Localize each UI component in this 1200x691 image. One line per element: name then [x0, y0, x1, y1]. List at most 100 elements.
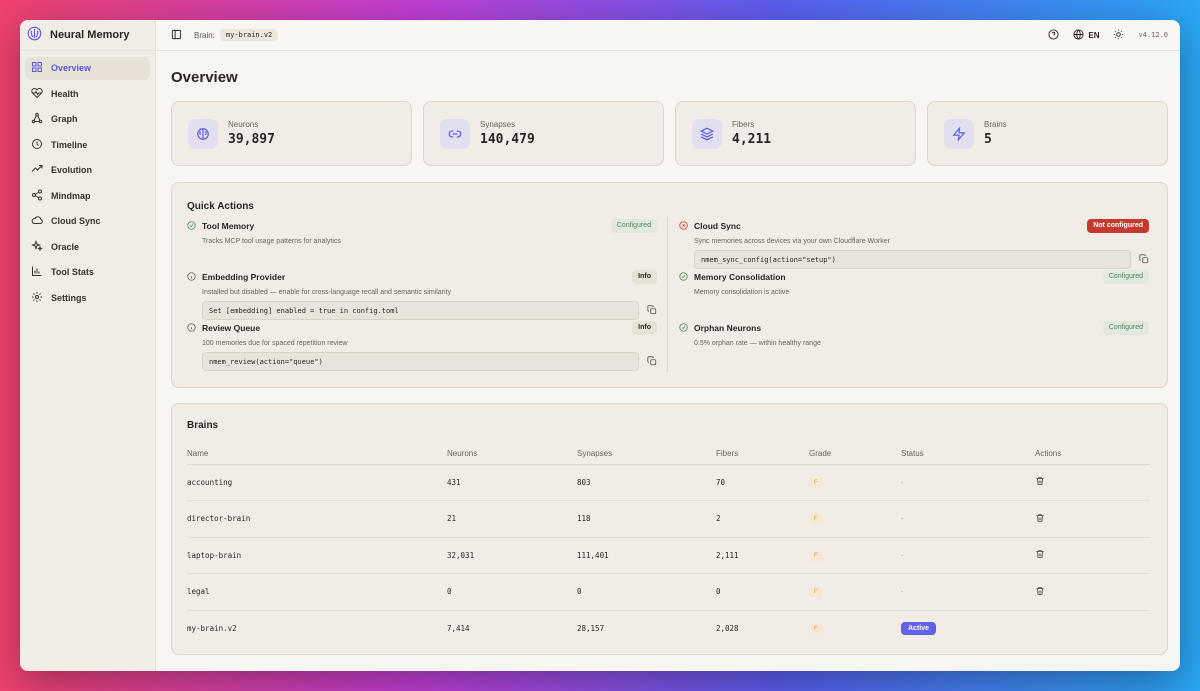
help-icon[interactable]	[1048, 28, 1059, 42]
sidebar-item-label: Settings	[51, 292, 87, 303]
table-row[interactable]: director-brain 21 118 2 F -	[187, 500, 1150, 538]
brain-neurons: 431	[447, 464, 577, 501]
sidebar-item-label: Health	[51, 88, 79, 99]
sidebar-item-label: Mindmap	[51, 190, 91, 201]
status-badge: Info	[632, 270, 657, 284]
status-badge: Info	[632, 321, 657, 335]
brand[interactable]: Neural Memory	[20, 20, 155, 51]
sidebar-item-tool-stats[interactable]: Tool Stats	[25, 261, 150, 284]
sidebar-item-overview[interactable]: Overview	[25, 57, 150, 80]
code-snippet[interactable]: Set [embedding] enabled = true in config…	[202, 301, 639, 320]
cloud-icon	[31, 214, 43, 228]
sparkles-icon	[30, 239, 43, 254]
page-title: Overview	[171, 69, 238, 86]
brain-status: -	[901, 477, 904, 487]
sidebar-item-label: Tool Stats	[51, 267, 94, 278]
qa-description: 100 memories due for spaced repetition r…	[202, 340, 348, 347]
sidebar-item-health[interactable]: Health	[25, 83, 150, 106]
copy-icon[interactable]	[1139, 251, 1149, 269]
column-header: Actions	[1035, 444, 1150, 465]
brain-label: Brain:	[194, 30, 215, 40]
stat-value: 140,479	[480, 132, 535, 147]
language-switcher[interactable]: EN	[1073, 28, 1100, 42]
version-label: v4.12.0	[1138, 31, 1168, 39]
topbar: Brain: my-brain.v2 EN v4.12.0	[156, 20, 1180, 51]
qa-description: Memory consolidation is active	[694, 289, 790, 296]
stat-card-fibers: Fibers 4,211	[675, 101, 916, 166]
grade-badge: F	[809, 550, 823, 561]
qa-name: Cloud Sync	[694, 221, 741, 231]
zap-icon	[944, 118, 974, 149]
status-badge: Configured	[1102, 321, 1149, 335]
brain-neurons: 32,031	[447, 537, 577, 574]
column-divider	[667, 217, 668, 372]
column-header[interactable]: Synapses	[577, 444, 716, 465]
table-row[interactable]: my-brain.v2 7,414 28,157 2,028 F Active	[187, 610, 1150, 647]
code-snippet[interactable]: nmem_sync_config(action="setup")	[694, 250, 1131, 269]
status-badge: Not configured	[1087, 219, 1149, 233]
quick-actions-title: Quick Actions	[187, 201, 254, 212]
qa-orphan-neurons: Orphan Neurons Configured 0.5% orphan ra…	[679, 319, 1149, 347]
qa-name: Embedding Provider	[202, 272, 286, 282]
brain-synapses: 28,157	[577, 624, 605, 633]
copy-icon[interactable]	[647, 302, 657, 320]
sidebar: Neural Memory Overview Health Graph Time…	[20, 20, 156, 671]
language-label: EN	[1088, 30, 1100, 40]
trash-icon[interactable]	[1035, 514, 1045, 525]
qa-description: 0.5% orphan rate — within healthy range	[694, 340, 821, 347]
stat-label: Synapses	[480, 120, 516, 129]
brain-name: my-brain.v2	[187, 624, 237, 633]
trash-icon[interactable]	[1035, 550, 1045, 561]
trash-icon[interactable]	[1035, 587, 1045, 598]
column-header[interactable]: Name	[187, 444, 447, 465]
share-icon	[31, 189, 43, 203]
brain-name: legal	[187, 573, 447, 611]
brain-synapses: 803	[577, 464, 716, 501]
column-header[interactable]: Neurons	[447, 444, 577, 465]
column-header[interactable]: Grade	[809, 444, 901, 465]
sidebar-item-settings[interactable]: Settings	[25, 287, 150, 310]
brain-status: -	[901, 514, 904, 524]
code-snippet[interactable]: nmem_review(action="queue")	[202, 352, 639, 371]
table-row[interactable]: laptop-brain 32,031 111,401 2,111 F -	[187, 537, 1150, 574]
brain-neurons: 7,414	[447, 624, 470, 633]
sidebar-item-timeline[interactable]: Timeline	[25, 134, 150, 157]
grade-badge: F	[809, 477, 823, 488]
trash-icon[interactable]	[1035, 477, 1045, 488]
copy-icon[interactable]	[647, 353, 657, 371]
topbar-actions: EN v4.12.0	[1048, 28, 1168, 42]
sidebar-item-cloud-sync[interactable]: Cloud Sync	[25, 210, 150, 233]
sidebar-item-graph[interactable]: Graph	[25, 108, 150, 131]
brain-selector[interactable]: my-brain.v2	[219, 29, 279, 41]
gear-icon	[31, 291, 43, 305]
brain-synapses: 118	[577, 500, 716, 538]
sidebar-item-oracle[interactable]: Oracle	[25, 236, 150, 259]
brain-logo-icon	[27, 26, 42, 44]
stat-label: Fibers	[732, 120, 755, 129]
brain-name: director-brain	[187, 500, 447, 538]
qa-name: Orphan Neurons	[694, 323, 762, 333]
app-window: Neural Memory Overview Health Graph Time…	[20, 20, 1180, 671]
qa-name: Review Queue	[202, 323, 261, 333]
active-badge: Active	[901, 622, 937, 635]
clock-icon	[31, 138, 43, 152]
column-header[interactable]: Status	[901, 444, 1035, 465]
brain-fibers: 2,111	[716, 537, 809, 574]
sidebar-item-evolution[interactable]: Evolution	[25, 159, 150, 182]
status-badge: Configured	[610, 219, 657, 233]
brain-synapses: 0	[577, 573, 716, 611]
quick-actions-panel: Quick Actions Tool Memory Configured Tra…	[171, 182, 1168, 388]
grade-badge: F	[809, 514, 823, 525]
stat-cards: Neurons 39,897 Synapses 140,479 Fibers 4,21…	[171, 101, 1168, 166]
sidebar-item-label: Overview	[51, 63, 92, 74]
column-header[interactable]: Fibers	[716, 444, 809, 465]
sidebar-toggle-icon[interactable]	[171, 29, 182, 42]
sidebar-item-mindmap[interactable]: Mindmap	[25, 185, 150, 208]
brain-fibers: 2,028	[716, 624, 739, 633]
table-row[interactable]: legal 0 0 0 F -	[187, 573, 1150, 611]
table-row[interactable]: accounting 431 803 70 F -	[187, 464, 1150, 501]
check-circle-icon	[679, 319, 688, 337]
info-circle-icon	[187, 319, 196, 337]
theme-toggle-sun-icon[interactable]	[1113, 29, 1124, 42]
stat-value: 5	[984, 132, 992, 147]
